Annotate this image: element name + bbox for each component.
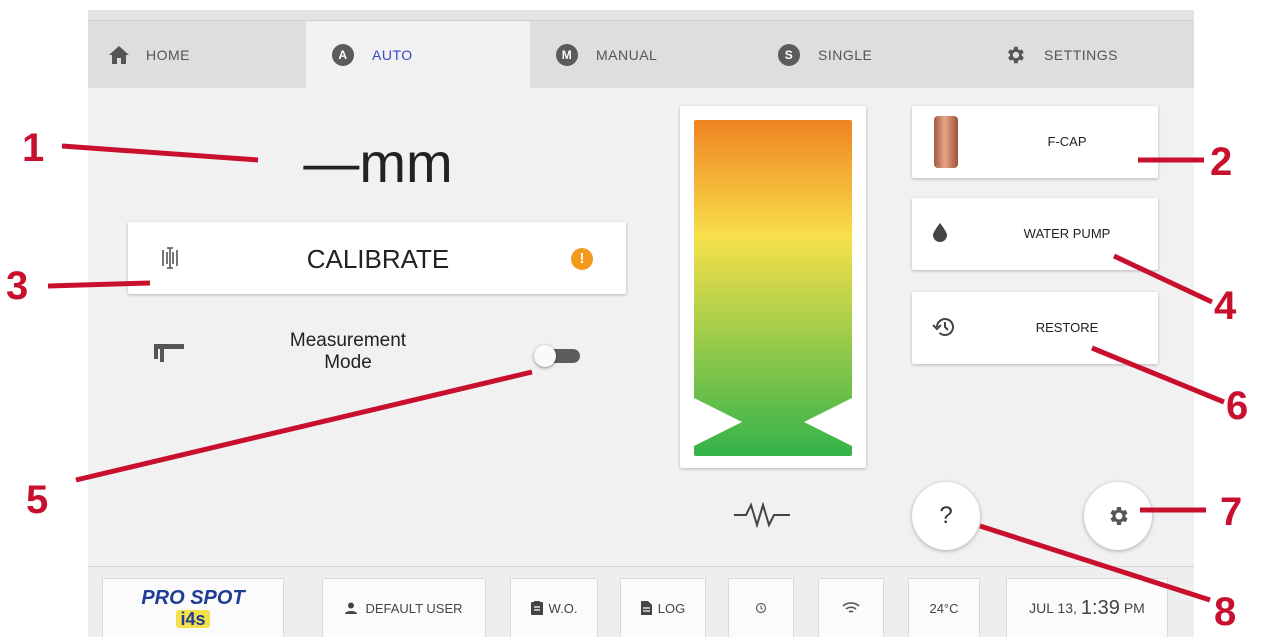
tab-manual[interactable]: M MANUAL xyxy=(530,20,752,88)
tab-home-label: HOME xyxy=(146,46,190,63)
help-question-icon: ? xyxy=(939,502,953,529)
timer-button[interactable] xyxy=(728,578,794,637)
tab-auto[interactable]: A AUTO xyxy=(306,20,530,88)
wifi-icon xyxy=(842,602,860,613)
home-icon xyxy=(109,45,129,64)
weld-gauge-bar xyxy=(694,120,852,456)
callout-1: 1 xyxy=(22,126,45,170)
restore-history-icon xyxy=(932,318,954,336)
callout-8: 8 xyxy=(1214,590,1237,634)
date-time-display: JUL 13, 1:39 PM xyxy=(1006,578,1168,637)
time-label: 1:39 xyxy=(1080,596,1120,619)
f-cap-icon xyxy=(934,116,958,168)
warning-icon: ! xyxy=(571,248,593,270)
calibrate-label: CALIBRATE xyxy=(306,244,450,274)
wifi-button[interactable] xyxy=(818,578,884,637)
temperature-display: 24°C xyxy=(908,578,980,637)
ampm-label: PM xyxy=(1123,600,1145,616)
tab-bar: HOME A AUTO M MANUAL S SINGLE SETTINGS xyxy=(88,10,1194,88)
water-drop-icon xyxy=(933,223,947,242)
f-cap-button[interactable]: F-CAP xyxy=(912,106,1158,178)
callout-5: 5 xyxy=(26,478,49,522)
restore-label: RESTORE xyxy=(1035,320,1099,335)
tab-single-label: SINGLE xyxy=(818,46,873,63)
callout-4: 4 xyxy=(1214,284,1237,328)
tab-home[interactable]: HOME xyxy=(88,20,306,88)
timer-icon xyxy=(755,602,767,614)
settings-round-button[interactable] xyxy=(1084,482,1152,550)
measurement-mode-line2: Mode xyxy=(324,352,372,373)
work-order-label: W.O. xyxy=(548,600,578,616)
callout-6: 6 xyxy=(1226,384,1249,428)
calibrate-button[interactable]: CALIBRATE ! xyxy=(128,222,626,294)
temperature-value: 24°C xyxy=(929,600,959,616)
tab-settings[interactable]: SETTINGS xyxy=(974,20,1194,88)
user-label: DEFAULT USER xyxy=(365,600,463,616)
water-pump-label: WATER PUMP xyxy=(1023,226,1111,241)
gauge-panel xyxy=(680,106,866,468)
work-order-button[interactable]: W.O. xyxy=(510,578,598,637)
auto-letter-icon: A xyxy=(332,43,354,66)
clipboard-icon xyxy=(530,601,543,615)
toggle-knob xyxy=(534,345,556,367)
help-button[interactable]: ? xyxy=(912,482,980,550)
resistance-icon xyxy=(734,501,790,529)
callout-7: 7 xyxy=(1220,490,1243,534)
measurement-mode-label: Measurement Mode xyxy=(278,330,418,374)
settings-gear-icon xyxy=(1008,46,1024,63)
brand-logo: PRO SPOT i4s xyxy=(102,578,284,637)
restore-button[interactable]: RESTORE xyxy=(912,292,1158,364)
single-letter-icon: S xyxy=(778,43,800,66)
callout-2: 2 xyxy=(1210,140,1233,184)
log-button[interactable]: LOG xyxy=(620,578,706,637)
measurement-mode-toggle[interactable] xyxy=(534,345,582,367)
tab-single[interactable]: S SINGLE xyxy=(752,20,974,88)
brand-line2: i4s xyxy=(176,610,210,628)
thickness-reading: —mm xyxy=(303,131,453,194)
document-icon xyxy=(640,601,652,615)
date-label: JUL 13, xyxy=(1029,600,1077,616)
f-cap-label: F-CAP xyxy=(1047,134,1087,149)
tab-manual-label: MANUAL xyxy=(596,46,658,63)
tab-settings-label: SETTINGS xyxy=(1044,46,1119,63)
water-pump-button[interactable]: WATER PUMP xyxy=(912,198,1158,270)
user-button[interactable]: DEFAULT USER xyxy=(322,578,486,637)
gear-icon xyxy=(1110,507,1128,525)
caliper-icon xyxy=(154,344,184,362)
log-label: LOG xyxy=(657,600,686,616)
user-icon xyxy=(345,602,358,614)
callout-3: 3 xyxy=(6,264,29,308)
manual-letter-icon: M xyxy=(556,43,578,66)
brand-line1: PRO SPOT xyxy=(141,587,245,609)
app-screen: HOME A AUTO M MANUAL S SINGLE SETTINGS —… xyxy=(88,10,1194,637)
tab-auto-label: AUTO xyxy=(372,46,413,63)
measurement-mode-line1: Measurement xyxy=(289,330,407,351)
caliper-gauge-icon xyxy=(162,247,178,269)
